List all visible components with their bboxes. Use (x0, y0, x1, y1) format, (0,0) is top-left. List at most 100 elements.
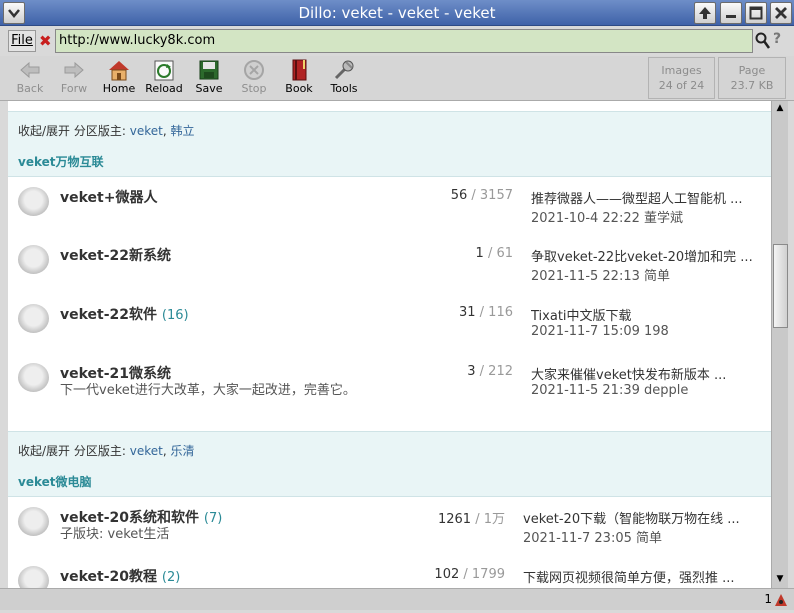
last-post-meta: 2021-11-5 21:39 depple (531, 383, 689, 398)
today-count: (2) (161, 570, 181, 585)
save-label: Save (195, 82, 223, 95)
forum-stats: 56 / 3157 (368, 188, 513, 203)
moderator-link[interactable]: veket (130, 444, 163, 458)
scroll-down-arrow[interactable]: ▼ (773, 573, 787, 585)
post-count: 1261 (437, 512, 472, 527)
forum-name[interactable]: veket-20教程 (2) (60, 566, 180, 586)
forum-name-text[interactable]: veket-20系统和软件 (60, 510, 199, 526)
window-title: Dillo: veket - veket - veket (298, 4, 496, 22)
forum-icon (18, 566, 49, 588)
forum-icon (18, 187, 49, 216)
moderator-link[interactable]: 乐清 (170, 444, 194, 458)
section-title[interactable]: veket万物互联 (8, 153, 104, 170)
search-icon[interactable] (755, 32, 771, 50)
total-count: / 212 (479, 364, 513, 379)
bug-meter-icon[interactable] (774, 593, 788, 607)
last-post-link[interactable]: 下载网页视频很简单方便，强烈推 ... (523, 567, 763, 586)
close-button[interactable] (770, 2, 792, 24)
save-button[interactable]: Save (187, 58, 231, 98)
last-post-link[interactable]: Tixati中文版下载 (531, 305, 766, 324)
subforum-info[interactable]: 子版块: veket生活 (60, 525, 370, 544)
post-count: 31 (458, 305, 476, 320)
last-post-meta: 2021-11-7 23:05 简单 (523, 531, 663, 546)
images-info: Images 24 of 24 (648, 57, 715, 99)
stop-button[interactable]: Stop (232, 58, 276, 98)
last-post-meta: 2021-11-5 22:13 简单 (531, 269, 671, 284)
forum-name[interactable]: veket-22软件 (16) (60, 304, 189, 324)
url-input[interactable]: http://www.lucky8k.com (55, 29, 753, 53)
clear-url-icon[interactable]: ✖ (39, 32, 53, 50)
page-size-info: Page 23.7 KB (718, 57, 786, 99)
back-label: Back (16, 82, 44, 95)
vertical-scrollbar[interactable]: ▲ ▼ (771, 101, 788, 588)
floppy-disk-icon (199, 60, 219, 80)
reload-icon (154, 60, 174, 81)
post-count: 3 (467, 364, 476, 379)
moderator-link[interactable]: veket (130, 124, 163, 138)
forum-stats: 1 / 61 (368, 246, 513, 261)
forward-arrow-icon (64, 61, 84, 79)
maximize-icon (749, 6, 763, 20)
forum-stats: 31 / 116 (368, 305, 513, 320)
images-value: 24 of 24 (658, 79, 705, 92)
last-post-meta: 2021-10-4 22:22 董学斌 (531, 211, 684, 226)
help-icon[interactable]: ? (773, 31, 781, 47)
scrollbar-thumb[interactable] (773, 244, 788, 328)
last-post-link[interactable]: 大家来催催veket快发布新版本 ... (531, 364, 766, 383)
forward-button[interactable]: Forw (52, 58, 96, 98)
last-post-link[interactable]: 争取veket-22比veket-20增加和完 ... (531, 246, 766, 265)
home-button[interactable]: Home (97, 58, 141, 98)
maximize-button[interactable] (745, 2, 767, 24)
total-count: / 1万 (475, 512, 505, 527)
reload-button[interactable]: Reload (142, 58, 186, 98)
forum-stats: 1261 / 1万 (360, 508, 505, 527)
forum-name[interactable]: veket-21微系统 (60, 363, 171, 383)
total-count: / 3157 (471, 188, 513, 203)
forum-name-text[interactable]: veket-20教程 (60, 569, 157, 585)
book-label: Book (285, 82, 313, 95)
section-moderators: 收起/展开 分区版主: veket, 乐清 (18, 444, 195, 458)
scroll-up-arrow[interactable]: ▲ (773, 102, 787, 114)
collapse-toggle[interactable]: 收起/展开 分区版主: (18, 124, 126, 138)
forum-name-text[interactable]: veket-22新系统 (60, 248, 171, 264)
total-count: / 116 (479, 305, 513, 320)
home-icon (109, 61, 129, 81)
forward-label: Forw (60, 82, 88, 95)
book-icon (292, 59, 307, 81)
tools-button[interactable]: Tools (322, 58, 366, 98)
forum-name[interactable]: veket-22新系统 (60, 245, 171, 265)
last-post-meta: 2021-11-7 15:09 198 (531, 324, 669, 339)
file-menu-button[interactable]: File (8, 30, 36, 52)
forum-name[interactable]: veket+微器人 (60, 187, 157, 207)
status-message: 1 (764, 592, 772, 606)
section-header: 收起/展开 分区版主: veket, 乐清 veket微电脑 (8, 431, 771, 497)
images-label: Images (661, 64, 702, 77)
home-label: Home (102, 82, 136, 95)
collapse-toggle[interactable]: 收起/展开 分区版主: (18, 444, 126, 458)
moderator-link[interactable]: 韩立 (170, 124, 194, 138)
page-size-label: Page (738, 64, 766, 77)
last-post-link[interactable]: 推荐微器人——微型超人工智能机 ... (531, 188, 766, 207)
shade-button[interactable] (694, 2, 716, 24)
forum-name[interactable]: veket-20系统和软件 (7) (60, 507, 222, 527)
today-count: (16) (161, 308, 189, 323)
post-count: 1 (475, 246, 484, 261)
status-bar: 1 (0, 588, 794, 610)
section-title[interactable]: veket微电脑 (8, 473, 92, 490)
back-button[interactable]: Back (8, 58, 52, 98)
forum-icon (18, 245, 49, 274)
title-bar[interactable]: Dillo: veket - veket - veket (0, 0, 794, 26)
forum-stats: 102 / 1799 (360, 567, 505, 582)
forum-name-text[interactable]: veket-21微系统 (60, 366, 171, 382)
last-post-link[interactable]: veket-20下载（智能物联万物在线 ... (523, 508, 763, 527)
bookmarks-button[interactable]: Book (277, 58, 321, 98)
location-bar: File ✖ http://www.lucky8k.com ? (0, 27, 794, 56)
back-arrow-icon (20, 61, 40, 79)
forum-description: 下一代veket进行大改革，大家一起改进，完善它。 (60, 383, 356, 398)
minimize-button[interactable] (720, 2, 742, 24)
tools-label: Tools (330, 82, 358, 95)
forum-name-text[interactable]: veket+微器人 (60, 190, 157, 206)
section-moderators: 收起/展开 分区版主: veket, 韩立 (18, 124, 195, 138)
forum-name-text[interactable]: veket-22软件 (60, 307, 157, 323)
minimize-icon (726, 15, 736, 18)
